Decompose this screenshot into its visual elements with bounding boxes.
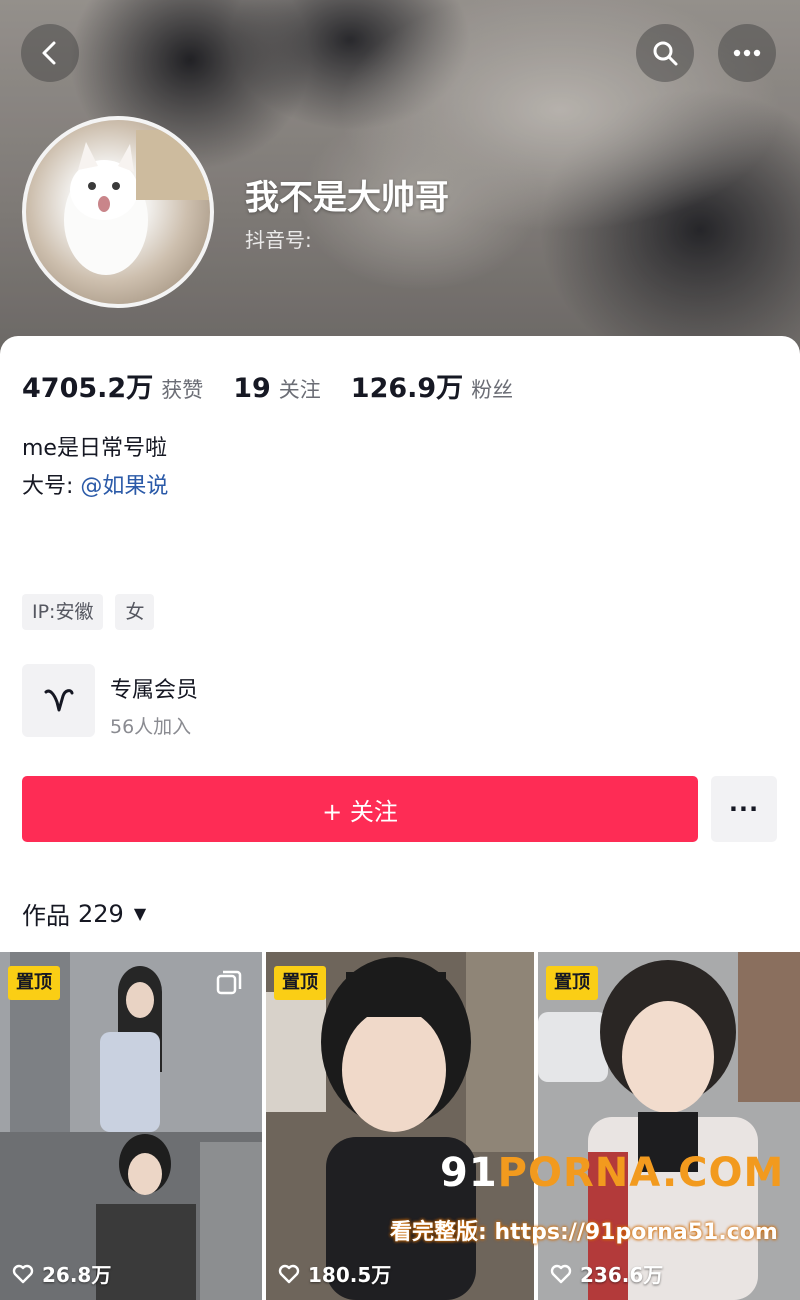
membership-title[interactable]: 专属会员	[110, 672, 198, 704]
work-like-count: 180.5万	[278, 1259, 391, 1288]
back-button[interactable]	[21, 24, 79, 82]
works-count: 229	[78, 899, 124, 928]
follow-more-button[interactable]: ···	[711, 776, 777, 842]
heart-v-icon	[44, 688, 73, 711]
more-options-button[interactable]	[718, 24, 776, 82]
watermark-logo: 91PORNA.COM	[440, 1150, 784, 1196]
avatar[interactable]	[22, 116, 214, 308]
like-count-text: 180.5万	[308, 1263, 392, 1287]
video-cover-image	[266, 952, 534, 1300]
profile-tags: IP:安徽 女	[22, 594, 155, 630]
cat-avatar-icon	[64, 130, 210, 275]
watermark-logo-main: PORNA.COM	[497, 1150, 785, 1196]
watermark-logo-prefix: 91	[440, 1150, 498, 1196]
search-button[interactable]	[636, 24, 694, 82]
work-like-count: 236.6万	[550, 1259, 663, 1288]
video-cover-image	[538, 952, 800, 1300]
bio-mention-link[interactable]: @如果说	[80, 474, 168, 499]
work-thumbnail[interactable]: 置顶 26.8万	[0, 952, 262, 1300]
pinned-badge: 置顶	[274, 966, 326, 1000]
caret-down-icon: ▼	[133, 904, 147, 923]
work-like-count: 26.8万	[12, 1259, 111, 1288]
work-thumbnail[interactable]: 置顶 236.6万	[538, 952, 800, 1300]
bio-line-1: me是日常号啦	[22, 436, 167, 461]
followers-label[interactable]: 粉丝	[471, 374, 513, 404]
chevron-left-icon	[42, 41, 56, 65]
watermark-text: 看完整版: https://91porna51.com	[390, 1220, 778, 1245]
douyin-id-label[interactable]: 抖音号:	[245, 224, 312, 253]
works-label: 作品	[22, 902, 70, 930]
following-label[interactable]: 关注	[279, 374, 321, 404]
heart-outline-icon	[278, 1264, 300, 1283]
search-icon	[653, 41, 678, 66]
profile-nickname: 我不是大帅哥	[245, 178, 449, 218]
gender-tag: 女	[115, 594, 155, 630]
follow-button[interactable]: + 关注	[22, 776, 698, 842]
works-tab[interactable]: 作品 229 ▼	[22, 896, 146, 931]
pinned-badge: 置顶	[546, 966, 598, 1000]
ip-location-tag: IP:安徽	[22, 594, 104, 630]
work-thumbnail[interactable]: 置顶 180.5万	[266, 952, 534, 1300]
likes-count[interactable]: 4705.2万	[22, 366, 153, 405]
likes-label[interactable]: 获赞	[161, 374, 203, 404]
membership-button[interactable]	[22, 664, 95, 737]
profile-cover: 我不是大帅哥 抖音号:	[0, 0, 800, 360]
profile-stats: 4705.2万 获赞 19 关注 126.9万 粉丝	[22, 366, 543, 405]
bio-line-2: 大号: @如果说	[22, 468, 168, 500]
pinned-badge: 置顶	[8, 966, 60, 1000]
multi-image-icon	[216, 970, 242, 995]
video-cover-image	[0, 952, 262, 1300]
more-dots-icon	[733, 49, 761, 57]
like-count-text: 26.8万	[42, 1263, 112, 1287]
heart-outline-icon	[12, 1264, 34, 1283]
heart-outline-icon	[550, 1264, 572, 1283]
following-count[interactable]: 19	[233, 373, 271, 404]
membership-subtitle: 56人加入	[110, 716, 192, 738]
like-count-text: 236.6万	[580, 1263, 664, 1287]
bio-main-account-label: 大号:	[22, 474, 74, 499]
works-grid: 置顶 26.8万 置顶 180.5万 置顶 236.6万	[0, 952, 800, 1300]
followers-count[interactable]: 126.9万	[351, 366, 463, 405]
